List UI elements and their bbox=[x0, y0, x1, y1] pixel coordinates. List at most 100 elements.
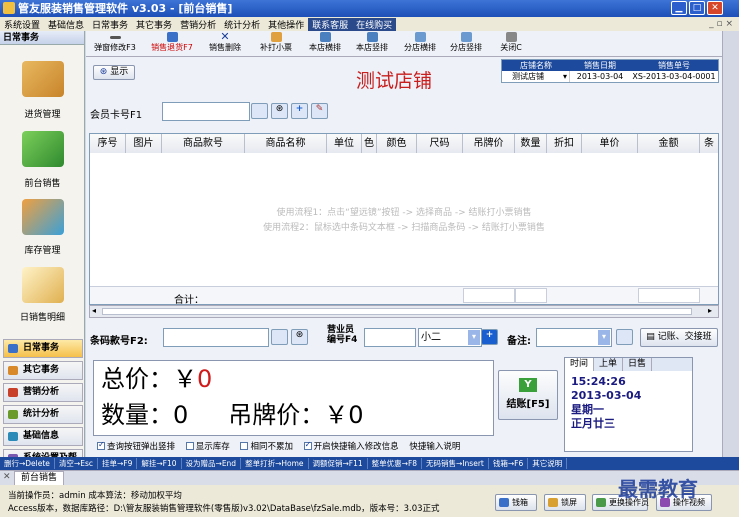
return-icon bbox=[166, 32, 178, 42]
shortcut-other-help[interactable]: 其它说明 bbox=[528, 458, 568, 469]
scroll-left-icon[interactable]: ◂ bbox=[92, 306, 96, 315]
menu-system-settings[interactable]: 系统设置 bbox=[0, 18, 44, 31]
show-button[interactable]: ⊛ 显示 bbox=[93, 65, 135, 80]
scroll-thumb[interactable] bbox=[102, 308, 692, 315]
col-tag-price[interactable]: 吊牌价 bbox=[463, 134, 515, 153]
minimize-button[interactable]: ▁ bbox=[671, 1, 687, 15]
col-size[interactable]: 尺码 bbox=[417, 134, 463, 153]
col-image[interactable]: 图片 bbox=[126, 134, 162, 153]
hdr-store-name: 店铺名称 bbox=[520, 61, 552, 70]
edit-icon[interactable]: ✎ bbox=[311, 103, 328, 119]
menu-basic-info[interactable]: 基础信息 bbox=[44, 18, 88, 31]
barcode-input[interactable] bbox=[163, 328, 269, 347]
lock-screen-button[interactable]: 锁屏 bbox=[544, 494, 586, 511]
nav-statistics[interactable]: 统计分析 bbox=[3, 405, 83, 424]
menu-daily-affairs[interactable]: 日常事务 bbox=[88, 18, 132, 31]
col-quantity[interactable]: 数量 bbox=[515, 134, 547, 153]
tab-daily-sales[interactable]: 日售 bbox=[623, 358, 653, 371]
remark-select[interactable]: ▾ bbox=[536, 328, 612, 347]
clock-lunar: 正月廿三 bbox=[571, 417, 615, 430]
menu-bar: 系统设置 基础信息 日常事务 其它事务 营销分析 统计分析 其他操作 联系客服 … bbox=[0, 17, 739, 31]
checkbox-icon bbox=[240, 442, 249, 450]
add-icon[interactable]: + bbox=[291, 103, 308, 119]
sidebar-item-inventory[interactable]: 库存管理 bbox=[0, 243, 85, 256]
binoculars-icon[interactable]: ⊛ bbox=[291, 329, 308, 345]
branch-horizontal-button[interactable]: 分店横排 bbox=[400, 32, 440, 56]
popup-edit-button[interactable]: 弹窗修改F3 bbox=[92, 32, 138, 56]
store-horizontal-button[interactable]: 本店横排 bbox=[305, 32, 345, 56]
pos-cart-icon[interactable] bbox=[22, 131, 64, 167]
col-index[interactable]: 序号 bbox=[90, 134, 126, 153]
option-quick-edit[interactable]: 开启快捷输入修改信息 bbox=[303, 440, 399, 452]
option-popup-vertical[interactable]: 查询按钮弹出竖排 bbox=[97, 440, 175, 452]
shortcut-item: 挂单→F9 bbox=[98, 458, 138, 469]
menu-other-ops[interactable]: 其他操作 bbox=[264, 18, 308, 31]
calendar-icon[interactable] bbox=[22, 267, 64, 303]
clock-time: 15:24:26 bbox=[571, 375, 626, 388]
cash-drawer-button[interactable]: 钱箱 bbox=[495, 494, 537, 511]
statistics-icon bbox=[8, 410, 18, 419]
add-seller-icon[interactable]: + bbox=[481, 329, 498, 345]
window-title: 管友服装销售管理软件 v3.03 - [前台销售] bbox=[18, 2, 233, 15]
nav-other-affairs[interactable]: 其它事务 bbox=[3, 361, 83, 380]
tab-time[interactable]: 时间 bbox=[565, 358, 595, 371]
col-unit[interactable]: 单位 bbox=[327, 134, 362, 153]
option-no-accumulate[interactable]: 相同不累加 bbox=[240, 442, 293, 452]
qty-tag-display: 数量：0 吊牌价：￥0 bbox=[101, 401, 364, 429]
sales-return-button[interactable]: 销售退货F7 bbox=[149, 32, 195, 56]
close-tab-icon[interactable]: ✕ bbox=[3, 472, 11, 482]
seller-code-input[interactable] bbox=[364, 328, 416, 347]
seller-select[interactable]: 小二 ▾ bbox=[418, 328, 482, 347]
nav-daily-affairs[interactable]: 日常事务 bbox=[3, 339, 83, 358]
purchase-box-icon[interactable] bbox=[22, 61, 64, 97]
x-icon: ✕ bbox=[220, 30, 230, 43]
usage-hint-1: 使用流程1：点击“望远镜”按钮 -> 选择商品 -> 结账打小票销售 bbox=[276, 208, 532, 218]
member-card-input[interactable] bbox=[162, 102, 250, 121]
menu-statistics[interactable]: 统计分析 bbox=[220, 18, 264, 31]
record-shift-button[interactable]: ▤ 记账、交接班 bbox=[640, 328, 718, 347]
menu-other-affairs[interactable]: 其它事务 bbox=[132, 18, 176, 31]
sidebar-item-purchase[interactable]: 进货管理 bbox=[0, 107, 85, 120]
mdi-controls-icon[interactable]: _ ▫ × bbox=[709, 19, 739, 29]
col-barcode[interactable]: 条 bbox=[700, 134, 718, 153]
close-window-button[interactable]: ✕ bbox=[707, 1, 723, 15]
reprint-receipt-button[interactable]: 补打小票 bbox=[256, 32, 296, 56]
nav-basic-info[interactable]: 基础信息 bbox=[3, 427, 83, 446]
hdr-sale-date: 销售日期 bbox=[584, 61, 616, 70]
grid-horizontal-scrollbar[interactable]: ◂ ▸ bbox=[89, 305, 719, 318]
quick-input-help-link[interactable]: 快捷输入说明 bbox=[409, 442, 460, 452]
sidebar-header: 日常事务 bbox=[0, 31, 84, 45]
col-color[interactable]: 颜色 bbox=[377, 134, 417, 153]
binoculars-icon[interactable]: ⊛ bbox=[271, 103, 288, 119]
scroll-right-icon[interactable]: ▸ bbox=[708, 306, 712, 315]
tab-last-order[interactable]: 上单 bbox=[594, 358, 624, 371]
col-color-code[interactable]: 色 bbox=[362, 134, 377, 153]
menu-marketing-analysis[interactable]: 营销分析 bbox=[176, 18, 220, 31]
col-style-no[interactable]: 商品款号 bbox=[162, 134, 245, 153]
branch-vertical-button[interactable]: 分店竖排 bbox=[446, 32, 486, 56]
store-select[interactable]: 测试店铺 ▾ bbox=[502, 71, 570, 82]
col-discount[interactable]: 折扣 bbox=[547, 134, 582, 153]
pointer-icon[interactable] bbox=[271, 329, 288, 345]
sidebar-item-daily-detail[interactable]: 日销售明细 bbox=[0, 310, 85, 323]
product-grid[interactable]: 序号 图片 商品款号 商品名称 单位 色 颜色 尺码 吊牌价 数量 折扣 单价 … bbox=[89, 133, 719, 306]
maximize-button[interactable]: □ bbox=[689, 1, 705, 15]
close-button[interactable]: 关闭C bbox=[496, 32, 526, 56]
checkout-button[interactable]: Y 结账[F5] bbox=[498, 370, 558, 420]
pointer-icon[interactable] bbox=[616, 329, 633, 345]
store-vertical-button[interactable]: 本店竖排 bbox=[352, 32, 392, 56]
checkbox-icon bbox=[185, 442, 194, 450]
sales-delete-button[interactable]: ✕ 销售删除 bbox=[205, 30, 245, 56]
menu-buy-online[interactable]: 在线购买 bbox=[352, 17, 397, 31]
sidebar-item-front-sales[interactable]: 前台销售 bbox=[0, 176, 85, 189]
tab-front-sales[interactable]: 前台销售 bbox=[14, 471, 65, 485]
option-show-stock[interactable]: 显示库存 bbox=[185, 442, 230, 452]
col-amount[interactable]: 金额 bbox=[638, 134, 700, 153]
col-unit-price[interactable]: 单价 bbox=[582, 134, 638, 153]
menu-contact-support[interactable]: 联系客服 bbox=[308, 17, 353, 31]
inventory-cubes-icon[interactable] bbox=[22, 199, 64, 235]
col-product-name[interactable]: 商品名称 bbox=[245, 134, 327, 153]
nav-marketing-analysis[interactable]: 营销分析 bbox=[3, 383, 83, 402]
shortcut-item: 钱箱→F6 bbox=[489, 458, 529, 469]
pointer-icon[interactable] bbox=[251, 103, 268, 119]
